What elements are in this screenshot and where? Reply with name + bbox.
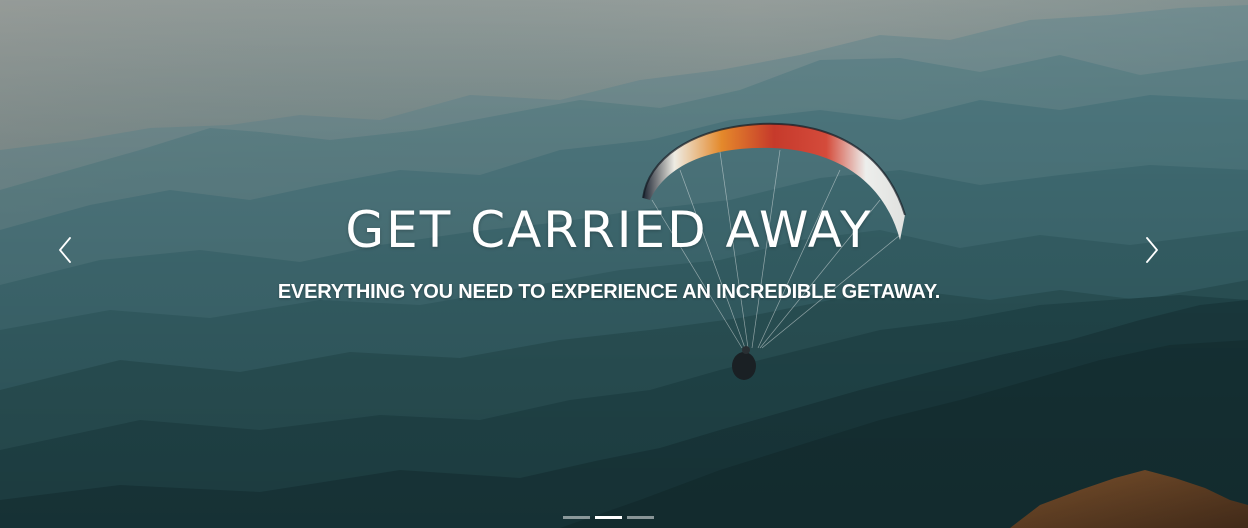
chevron-right-icon <box>1146 237 1158 263</box>
chevron-left-icon <box>59 237 71 263</box>
carousel-indicator-2[interactable] <box>595 512 622 522</box>
indicator-bar <box>595 515 622 519</box>
hero-background-image <box>0 0 1248 528</box>
carousel-indicators <box>563 512 654 522</box>
indicator-bar <box>563 515 590 519</box>
hero-carousel: GET CARRIED AWAY EVERYTHING YOU NEED TO … <box>0 0 1248 528</box>
carousel-indicator-1[interactable] <box>563 512 590 522</box>
hero-subtitle: EVERYTHING YOU NEED TO EXPERIENCE AN INC… <box>277 281 941 303</box>
hero-title: GET CARRIED AWAY <box>345 201 873 259</box>
carousel-prev-button[interactable] <box>47 226 83 274</box>
carousel-next-button[interactable] <box>1134 226 1170 274</box>
carousel-indicator-3[interactable] <box>627 512 654 522</box>
indicator-bar <box>627 515 654 519</box>
